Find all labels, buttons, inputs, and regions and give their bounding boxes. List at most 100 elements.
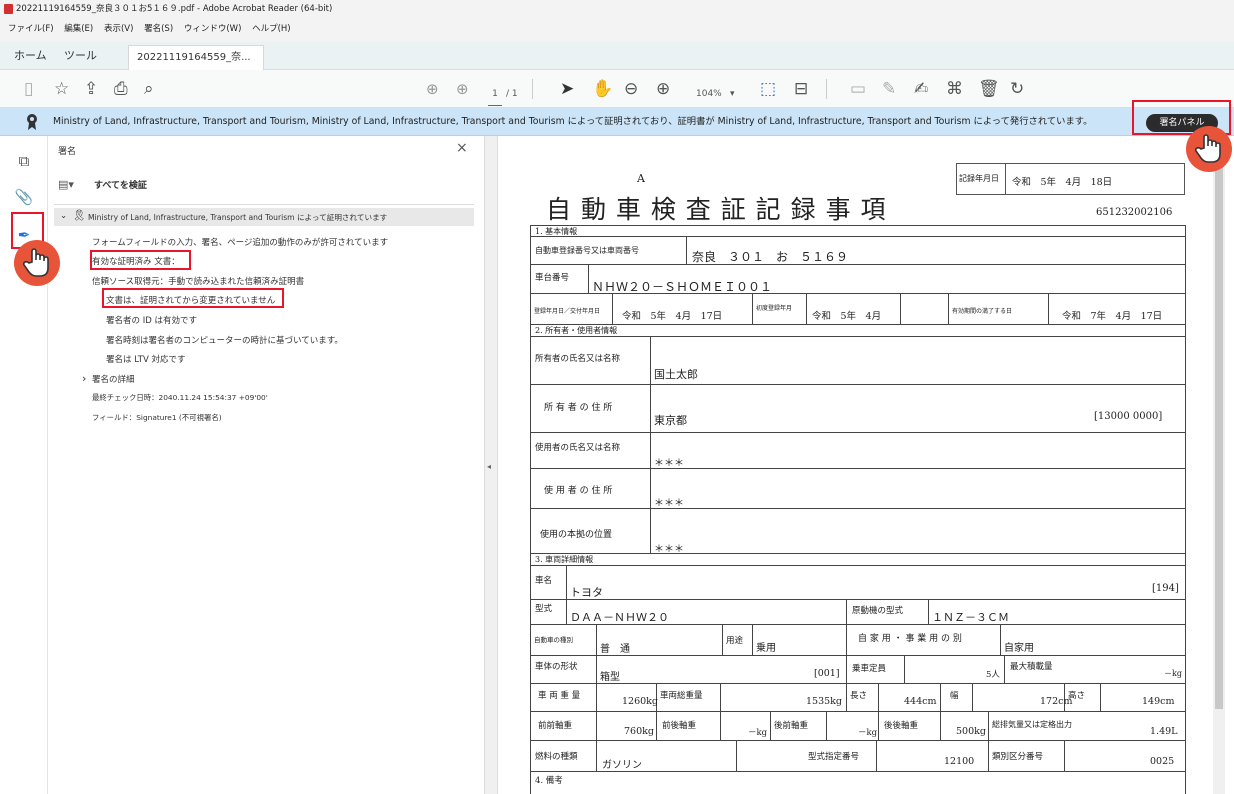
- stamp-icon[interactable]: ⌘: [946, 78, 963, 100]
- maker-label: 車名: [535, 576, 553, 586]
- zoom-level-select[interactable]: 104%: [696, 83, 722, 105]
- length: 444cm: [904, 696, 937, 707]
- menu-help[interactable]: ヘルプ(H): [252, 24, 291, 34]
- section-basic: 1. 基本情報: [535, 227, 578, 236]
- tab-bar: ホーム ツール 20221119164559_奈... ×: [0, 42, 1234, 87]
- zoom-in-icon[interactable]: ⊕: [656, 78, 670, 100]
- weight: 1260kg: [622, 696, 659, 707]
- doc-number: 651232002106: [1096, 207, 1173, 218]
- hand-tool-icon[interactable]: ✋: [592, 78, 613, 100]
- chassis-number: ＮＨＷ２０－ＳＨＯＭＥＩ００１: [592, 280, 773, 294]
- certificate-message: Ministry of Land, Infrastructure, Transp…: [53, 116, 1093, 127]
- displacement: 1.49L: [1150, 726, 1178, 737]
- user-address: ＊＊＊: [654, 498, 684, 509]
- menu-file[interactable]: ファイル(F): [8, 24, 54, 34]
- displacement-label: 総排気量又は定格出力: [992, 720, 1072, 729]
- hand-pointer-icon: [14, 240, 60, 286]
- tab-document-label: 20221119164559_奈...: [137, 52, 251, 63]
- select-cursor-icon[interactable]: ➤: [560, 78, 574, 100]
- sign-icon[interactable]: ✍: [914, 78, 928, 100]
- hand-pointer-icon: [1186, 126, 1232, 172]
- reg-date: 令和 5年 4月 17日: [622, 311, 723, 322]
- body: 箱型: [600, 672, 620, 683]
- reg-number: 奈良 ３０１ お ５１６９: [692, 250, 849, 264]
- expand-chevron-down-icon[interactable]: ⌄: [60, 211, 67, 221]
- biz-label: 自 家 用 ・ 事 業 用 の 別: [858, 634, 962, 644]
- menu-view[interactable]: 表示(V): [104, 24, 133, 34]
- section-remarks: 4. 備考: [535, 776, 563, 786]
- page-down-icon[interactable]: ⊕: [456, 78, 469, 100]
- owner-address-label: 所 有 者 の 住 所: [544, 403, 613, 413]
- chassis-label: 車台番号: [535, 273, 570, 283]
- kind-label: 自動車の種別: [534, 636, 573, 644]
- save-icon[interactable]: ▯: [24, 78, 33, 100]
- delete-trash-icon[interactable]: 🗑: [978, 78, 1000, 100]
- owner-address: 東京都: [654, 414, 687, 427]
- bookmark-star-icon[interactable]: ☆: [54, 78, 69, 100]
- menu-window[interactable]: ウィンドウ(W): [184, 24, 242, 34]
- maker: トヨタ: [570, 586, 603, 599]
- reg-date-label: 登録年月日／交付年月日: [534, 308, 601, 315]
- use: 乗用: [756, 643, 776, 654]
- verify-all-button[interactable]: すべてを検証: [94, 178, 147, 191]
- model: ＤＡＡ－ＮＨＷ２０: [570, 611, 669, 624]
- fuel-label: 燃料の種類: [535, 752, 578, 762]
- rf-axle-label: 後前軸重: [774, 721, 809, 731]
- fr-axle: －kg: [748, 728, 768, 738]
- panel-splitter[interactable]: ◂: [484, 136, 498, 794]
- page-number-input[interactable]: 1: [488, 83, 502, 106]
- menu-sign[interactable]: 署名(S): [144, 24, 173, 34]
- signature-details[interactable]: 署名の詳細: [92, 373, 135, 385]
- window-title: 20221119164559_奈良３０１お5１６９.pdf - Adobe Ac…: [16, 4, 333, 14]
- attachment-paperclip-icon[interactable]: 📎: [14, 188, 34, 208]
- max-load: －kg: [1164, 669, 1182, 678]
- share-icon[interactable]: ⇪: [84, 78, 98, 100]
- zoom-search-icon[interactable]: ⌕: [144, 78, 154, 100]
- fuel: ガソリン: [602, 760, 642, 771]
- scroll-mode-icon[interactable]: ⊟: [794, 78, 808, 100]
- ff-axle: 760kg: [624, 726, 654, 737]
- capacity-label: 乗車定員: [852, 664, 887, 674]
- scrollbar-thumb[interactable]: [1215, 149, 1223, 709]
- signature-panel: 署名 × ▤▾ すべてを検証 ⌄ 🎗 Ministry of Land, Inf…: [48, 136, 484, 794]
- rr-axle: 500kg: [956, 726, 986, 737]
- pdf-icon: [4, 4, 13, 14]
- panel-close-icon[interactable]: ×: [456, 140, 468, 156]
- vertical-scrollbar[interactable]: [1213, 137, 1225, 794]
- fit-page-icon[interactable]: ⬚: [760, 78, 776, 100]
- tab-document[interactable]: 20221119164559_奈... ×: [128, 45, 264, 87]
- tab-home[interactable]: ホーム: [14, 42, 47, 70]
- toolbar: ▯ ☆ ⇪ ⎙ ⌕ ⊕ ⊕ 1 / 1 ➤ ✋ ⊖ ⊕ 104% ▾ ⬚ ⊟ ▭…: [0, 70, 1234, 108]
- certificate-bar: Ministry of Land, Infrastructure, Transp…: [0, 108, 1234, 136]
- collapse-left-icon[interactable]: ◂: [487, 462, 491, 471]
- toolbar-separator: [532, 79, 533, 99]
- tab-tools[interactable]: ツール: [64, 42, 97, 70]
- signing-time-note: 署名時刻は署名者のコンピューターの時計に基づいています。: [106, 336, 343, 346]
- reg-number-label: 自動車登録番号又は車両番号: [535, 246, 639, 255]
- first-reg: 令和 5年 4月: [812, 311, 882, 322]
- page-up-icon[interactable]: ⊕: [426, 78, 439, 100]
- category-number: 0025: [1150, 756, 1175, 767]
- gross-weight-label: 車両総重量: [660, 691, 703, 701]
- details-chevron-right-icon[interactable]: ›: [82, 372, 86, 385]
- capacity: 5人: [986, 670, 1000, 680]
- zoom-out-icon[interactable]: ⊖: [624, 78, 638, 100]
- zoom-chevron-down-icon[interactable]: ▾: [730, 83, 735, 105]
- signer-row[interactable]: ⌄ 🎗 Ministry of Land, Infrastructure, Tr…: [54, 208, 474, 226]
- verify-menu-icon[interactable]: ▤▾: [58, 178, 74, 191]
- body-label: 車体の形状: [535, 662, 578, 672]
- highlight-box: [90, 250, 191, 270]
- menu-edit[interactable]: 編集(E): [64, 24, 93, 34]
- panel-title: 署名: [58, 147, 77, 157]
- type-number-label: 型式指定番号: [808, 752, 860, 762]
- signature-field: フィールド：Signature1 (不可視署名): [92, 413, 222, 422]
- toolbar-separator: [826, 79, 827, 99]
- rr-axle-label: 後後軸重: [884, 721, 919, 731]
- rotate-icon[interactable]: ↻: [1010, 78, 1024, 100]
- page-thumbnails-icon[interactable]: ⧉: [14, 152, 34, 172]
- ltv-status: 署名は LTV 対応です: [106, 355, 186, 365]
- comment-icon[interactable]: ▭: [850, 78, 866, 100]
- title-bar: 20221119164559_奈良３０１お5１６９.pdf - Adobe Ac…: [0, 0, 1234, 18]
- print-icon[interactable]: ⎙: [114, 78, 128, 100]
- highlight-pen-icon[interactable]: ✎: [882, 78, 896, 100]
